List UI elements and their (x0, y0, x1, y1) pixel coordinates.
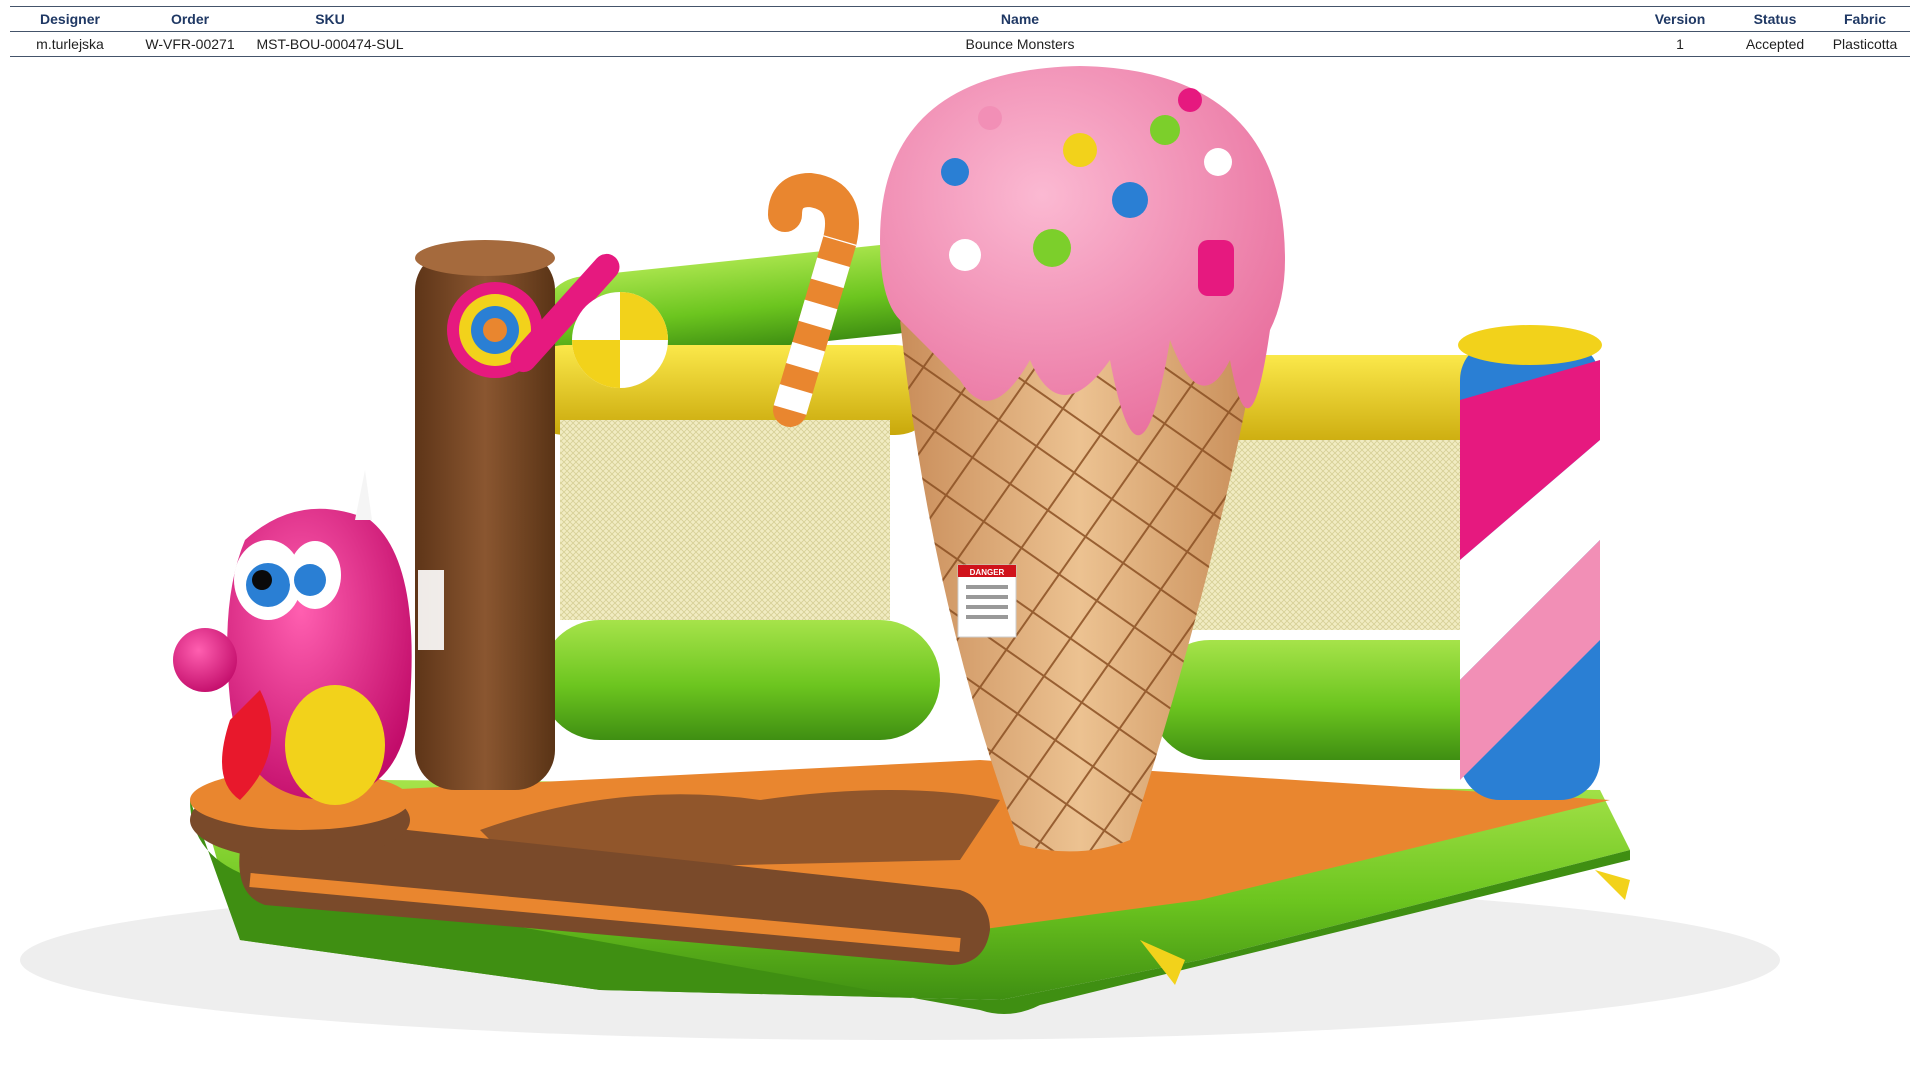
col-version-header: Version (1630, 6, 1730, 32)
status-cell: Accepted (1730, 31, 1820, 57)
left-net (560, 420, 890, 620)
left-lower-tube (540, 620, 940, 740)
warning-label-text: DANGER (970, 568, 1005, 577)
name-cell: Bounce Monsters (410, 31, 1630, 57)
col-order-header: Order (130, 6, 250, 32)
order-cell: W-VFR-00271 (130, 31, 250, 57)
bounce-castle-render: DANGER (20, 66, 1780, 1040)
col-designer-header: Designer (10, 6, 130, 32)
version-cell: 1 (1630, 31, 1730, 57)
col-name-header: Name (410, 6, 1630, 32)
pink-monster (173, 470, 412, 860)
table-row: m.turlejska W-VFR-00271 MST-BOU-000474-S… (10, 31, 1910, 57)
designer-cell: m.turlejska (10, 31, 130, 57)
col-status-header: Status (1730, 6, 1820, 32)
col-sku-header: SKU (250, 6, 410, 32)
spec-table: Designer Order SKU Name Version Status F… (10, 6, 1910, 57)
striped-post (1458, 325, 1602, 800)
anchor-stake-right (1595, 870, 1630, 900)
fabric-cell: Plasticotta (1820, 31, 1910, 57)
col-fabric-header: Fabric (1820, 6, 1910, 32)
table-header-row: Designer Order SKU Name Version Status F… (10, 6, 1910, 32)
sku-cell: MST-BOU-000474-SUL (250, 31, 410, 57)
warning-label: DANGER (957, 564, 1017, 638)
swirl-candy (572, 292, 668, 388)
